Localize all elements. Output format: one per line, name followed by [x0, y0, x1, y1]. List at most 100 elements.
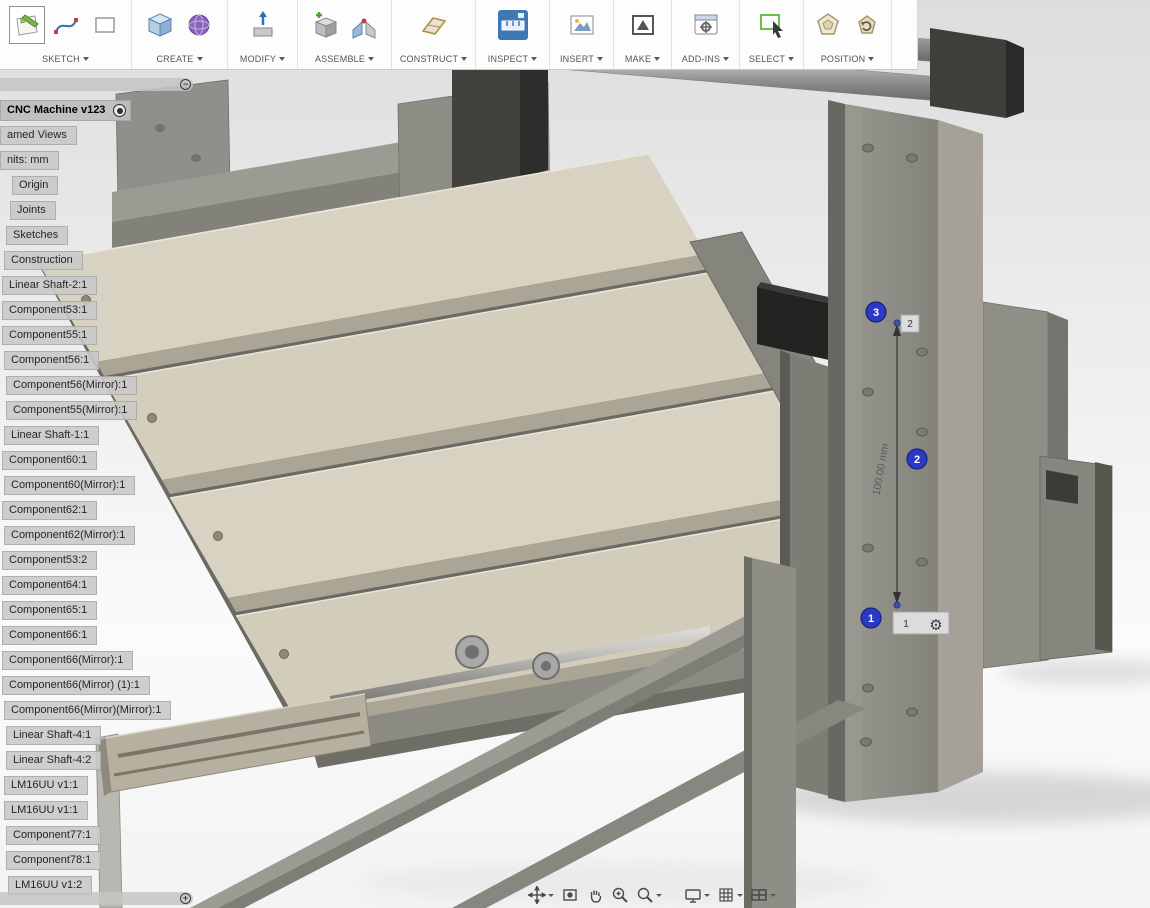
- chevron-down-icon: [461, 57, 468, 61]
- browser-tree-item[interactable]: Component65:1: [2, 601, 98, 620]
- toolbar-dropdown-assemble[interactable]: ASSEMBLE: [315, 54, 375, 66]
- toolbar-dropdown-insert[interactable]: INSERT: [560, 54, 604, 66]
- collapse-icon[interactable]: −: [180, 79, 191, 90]
- toolbar-dropdown-make[interactable]: MAKE: [625, 54, 661, 66]
- browser-tree-item[interactable]: Component56(Mirror):1: [6, 376, 138, 395]
- activate-component-radio-icon[interactable]: [113, 104, 127, 117]
- pan-orbit-button[interactable]: [528, 886, 554, 904]
- toolbar-dropdown-select[interactable]: SELECT: [749, 54, 795, 66]
- browser-item-label: amed Views: [7, 129, 67, 141]
- browser-tree-item[interactable]: Linear Shaft-1:1: [4, 426, 100, 445]
- select-button[interactable]: [754, 6, 790, 44]
- toolbar-label-modify: MODIFY: [239, 54, 277, 64]
- browser-tree-item[interactable]: Component53:2: [2, 551, 98, 570]
- toolbar-dropdown-position[interactable]: POSITION: [821, 54, 875, 66]
- toolbar-dropdown-modify[interactable]: MODIFY: [239, 54, 286, 66]
- browser-item-label: Component53:1: [9, 304, 88, 316]
- chevron-down-icon: [656, 893, 662, 897]
- browser-tree-item[interactable]: Component62(Mirror):1: [4, 526, 136, 545]
- browser-tree-item[interactable]: Linear Shaft-4:2: [6, 751, 102, 770]
- browser-tree-item[interactable]: Component56:1: [4, 351, 100, 370]
- display-settings-button[interactable]: [684, 886, 710, 904]
- browser-tree-item[interactable]: Component77:1: [6, 826, 102, 845]
- select-icon: [759, 14, 783, 38]
- browser-tree-item[interactable]: Component66(Mirror)(Mirror):1: [4, 701, 172, 720]
- browser-scrollbar-top[interactable]: −: [0, 78, 193, 91]
- browser-tree-item[interactable]: Component55:1: [2, 326, 98, 345]
- insert-button[interactable]: [564, 6, 600, 44]
- chevron-down-icon: [531, 57, 538, 61]
- zoom-button[interactable]: [611, 886, 629, 904]
- press-pull-button[interactable]: [245, 6, 281, 44]
- chevron-down-icon: [788, 57, 795, 61]
- browser-tree-item[interactable]: nits: mm: [0, 151, 59, 170]
- capture-position-button[interactable]: [810, 6, 846, 44]
- browser-item-label: LM16UU v1:1: [11, 804, 79, 816]
- create-sketch-button[interactable]: [8, 6, 45, 44]
- browser-tree-item[interactable]: Component66(Mirror):1: [2, 651, 134, 670]
- revert-position-button[interactable]: [849, 6, 885, 44]
- browser-tree-item[interactable]: Linear Shaft-4:1: [6, 726, 102, 745]
- chevron-down-icon: [704, 893, 710, 897]
- toolbar-group-assemble: ASSEMBLE: [298, 0, 392, 69]
- browser-tree-item[interactable]: Origin: [12, 176, 59, 195]
- chevron-down-icon: [723, 57, 730, 61]
- new-component-button[interactable]: [307, 6, 343, 44]
- viewports-button[interactable]: [750, 886, 776, 904]
- toolbar-dropdown-inspect[interactable]: INSPECT: [488, 54, 538, 66]
- browser-tree-item[interactable]: Joints: [10, 201, 56, 220]
- create-solid-button[interactable]: [142, 6, 178, 44]
- svg-text:3: 3: [873, 307, 879, 319]
- browser-item-label: Construction: [11, 254, 73, 266]
- browser-tree-item[interactable]: Sketches: [6, 226, 69, 245]
- look-at-button[interactable]: [561, 886, 579, 904]
- browser-scrollbar-bottom[interactable]: +: [0, 892, 193, 905]
- browser-tree-item[interactable]: Component55(Mirror):1: [6, 401, 138, 420]
- chevron-down-icon: [654, 57, 661, 61]
- toolbar-label-sketch: SKETCH: [42, 54, 80, 64]
- browser-tree-item[interactable]: Component60(Mirror):1: [4, 476, 136, 495]
- browser-tree-item[interactable]: Component60:1: [2, 451, 98, 470]
- browser-tree-item[interactable]: Component66(Mirror) (1):1: [2, 676, 150, 695]
- browser-root-item[interactable]: CNC Machine v123: [0, 100, 132, 121]
- toolbar-group-insert: INSERT: [550, 0, 614, 69]
- browser-tree-item[interactable]: Linear Shaft-2:1: [2, 276, 98, 295]
- pan-hand-button[interactable]: [586, 886, 604, 904]
- chevron-down-icon: [868, 57, 875, 61]
- measure-settings-gear-icon[interactable]: ⚙: [929, 617, 942, 634]
- grid-snap-button[interactable]: [717, 886, 743, 904]
- toolbar-dropdown-sketch[interactable]: SKETCH: [42, 54, 89, 66]
- construct-plane-button[interactable]: [416, 6, 452, 44]
- sketch-rectangle-icon: [94, 17, 115, 33]
- browser-tree-item[interactable]: LM16UU v1:1: [4, 776, 89, 795]
- browser-item-label: Component56(Mirror):1: [13, 379, 128, 391]
- toolbar-dropdown-construct[interactable]: CONSTRUCT: [400, 54, 468, 66]
- browser-tree-item[interactable]: Construction: [4, 251, 83, 270]
- toolbar-label-addins: ADD-INS: [681, 54, 721, 64]
- browser-item-label: Component66(Mirror):1: [9, 654, 124, 666]
- toolbar-dropdown-create[interactable]: CREATE: [156, 54, 203, 66]
- browser-tree-item[interactable]: Component78:1: [6, 851, 102, 870]
- make-button[interactable]: [625, 6, 661, 44]
- chevron-down-icon: [368, 57, 375, 61]
- browser-tree-item[interactable]: Component62:1: [2, 501, 98, 520]
- press-pull-icon: [253, 11, 272, 37]
- browser-tree-item[interactable]: amed Views: [0, 126, 77, 145]
- 3d-viewport[interactable]: 100.00 mm 2 1 ⚙ 1 2 3: [0, 0, 1150, 908]
- expand-icon[interactable]: +: [180, 893, 191, 904]
- sketch-rectangle-button[interactable]: [87, 6, 123, 44]
- browser-tree-item[interactable]: Component53:1: [2, 301, 98, 320]
- zoom-window-button[interactable]: [636, 886, 662, 904]
- addins-button[interactable]: [688, 6, 724, 44]
- measure-button[interactable]: [495, 6, 531, 44]
- browser-tree-item[interactable]: LM16UU v1:1: [4, 801, 89, 820]
- create-form-button[interactable]: [181, 6, 217, 44]
- joint-button[interactable]: [346, 6, 382, 44]
- toolbar-dropdown-addins[interactable]: ADD-INS: [681, 54, 730, 66]
- make-icon: [631, 15, 654, 35]
- browser-tree-item[interactable]: Component66:1: [2, 626, 98, 645]
- sketch-spline-button[interactable]: [48, 6, 84, 44]
- browser-tree-item[interactable]: Component64:1: [2, 576, 98, 595]
- svg-text:1: 1: [868, 613, 874, 625]
- new-component-icon: [314, 12, 338, 38]
